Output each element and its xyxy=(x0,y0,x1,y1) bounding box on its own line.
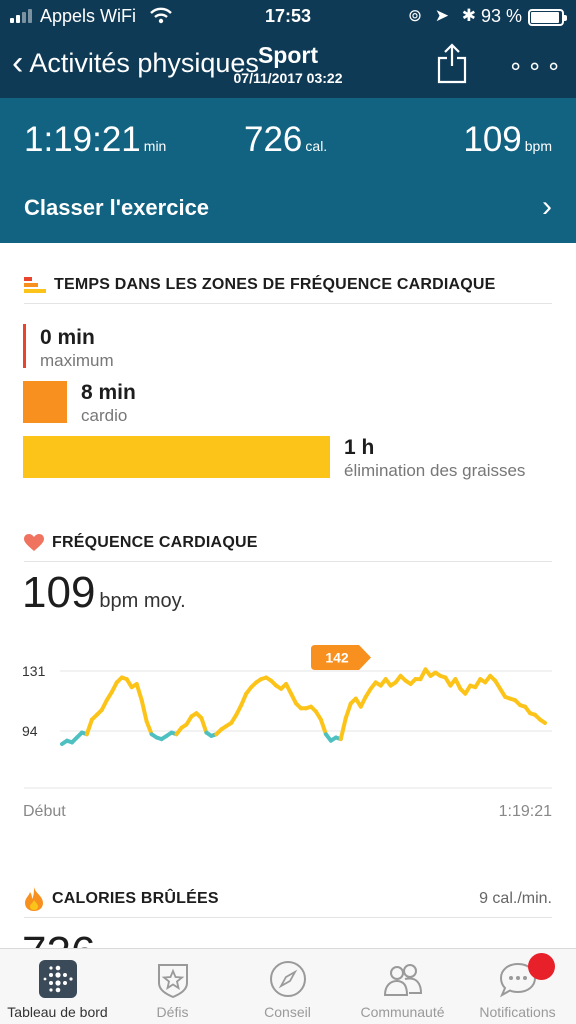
battery-percent: 93 % xyxy=(480,6,522,26)
heart-rate-segment xyxy=(343,701,353,720)
calories-total: 726 xyxy=(22,928,95,948)
tab-challenges-label: Défis xyxy=(156,1004,189,1020)
zone-bar-maximum xyxy=(23,324,26,368)
y-tick-low: 94 xyxy=(22,723,38,739)
duration-unit: min xyxy=(143,138,167,154)
heart-title: FRÉQUENCE CARDIAQUE xyxy=(52,533,258,551)
heart-rate-segment xyxy=(84,717,94,737)
tab-dashboard[interactable]: Tableau de bord xyxy=(0,949,115,1024)
y-tick-high: 131 xyxy=(22,663,46,679)
flame-icon xyxy=(25,886,43,911)
calories-value: 726 xyxy=(244,120,303,159)
bpm-unit: bpm xyxy=(524,138,552,154)
heart-avg-value: 109 xyxy=(22,568,96,617)
peak-tag: 142 xyxy=(311,645,371,670)
tab-notifications-label: Notifications xyxy=(479,1004,556,1020)
tab-bar: Tableau de bord Défis Conseil Communauté… xyxy=(0,948,576,1024)
chart-start-label: Début xyxy=(23,803,66,820)
tab-community-label: Communauté xyxy=(360,1004,445,1020)
heart-rate-segment xyxy=(338,716,348,742)
calories-section-header: CALORIES BRÛLÉES 9 cal./min. xyxy=(24,880,552,918)
chevron-right-icon[interactable]: › xyxy=(542,190,552,224)
zone-bar-fat-burn xyxy=(23,436,330,478)
battery-icon xyxy=(528,9,567,26)
page-subtitle: 07/11/2017 03:22 xyxy=(233,70,343,86)
heart-rate-average: 109 bpm moy. xyxy=(22,568,186,618)
tab-challenges[interactable]: Défis xyxy=(115,949,230,1024)
status-icons: ⊚ ➤ ✱ xyxy=(407,6,480,25)
heart-rate-segment xyxy=(134,682,144,703)
bpm-value: 109 xyxy=(463,120,522,159)
chart-end-label: 1:19:21 xyxy=(498,803,552,820)
zone-fat-burn: 1 h élimination des graisses xyxy=(344,436,525,481)
tab-guidance[interactable]: Conseil xyxy=(230,949,345,1024)
heart-rate-chart xyxy=(24,667,552,789)
heart-rate-segment xyxy=(538,717,547,725)
zones-bars-icon xyxy=(24,276,46,293)
duration-value: 1:19:21 xyxy=(24,120,141,159)
nav-title: Sport 07/11/2017 03:22 xyxy=(0,42,576,86)
calories-title: CALORIES BRÛLÉES xyxy=(52,889,219,907)
heart-rate-segment xyxy=(144,719,154,737)
tab-notifications[interactable]: Notifications xyxy=(460,949,575,1024)
zones-title: TEMPS DANS LES ZONES DE FRÉQUENCE CARDIA… xyxy=(54,275,496,293)
duration-stat: 1:19:21 min xyxy=(24,120,166,160)
zone-maximum-value: 0 min xyxy=(40,326,95,349)
heart-rate-segment xyxy=(318,717,328,737)
zone-cardio-name: cardio xyxy=(81,406,128,425)
calories-unit: cal. xyxy=(305,138,328,154)
peak-value: 142 xyxy=(325,650,349,666)
tab-guidance-label: Conseil xyxy=(264,1004,311,1020)
zone-fat-burn-name: élimination des graisses xyxy=(344,461,526,480)
star-shield-icon xyxy=(158,964,188,999)
page-title: Sport xyxy=(257,42,319,68)
zone-bar-cardio xyxy=(23,381,67,423)
zone-maximum: 0 min maximum xyxy=(40,326,114,371)
zone-cardio: 8 min cardio xyxy=(81,381,136,426)
heart-avg-unit: bpm moy. xyxy=(99,590,186,612)
top-header: Appels WiFi 17:53 ⊚ ➤ ✱ 93 % ‹ Activités… xyxy=(0,0,576,98)
compass-icon xyxy=(270,961,306,997)
heart-rate-segment xyxy=(199,716,209,735)
more-options-icon[interactable]: ∘∘∘ xyxy=(508,52,565,81)
share-button[interactable] xyxy=(436,42,468,84)
calories-stat: 726 cal. xyxy=(244,120,327,160)
tab-community[interactable]: Communauté xyxy=(345,949,460,1024)
status-bar: Appels WiFi 17:53 ⊚ ➤ ✱ 93 % xyxy=(0,0,576,34)
bpm-stat: 109 bpm xyxy=(463,120,552,160)
dashboard-grid-icon xyxy=(39,960,77,998)
summary-band: 1:19:21 min 726 cal. 109 bpm Classer l'exer… xyxy=(0,98,576,243)
people-icon xyxy=(383,964,423,996)
zone-fat-burn-value: 1 h xyxy=(344,436,375,459)
heart-section-header: FRÉQUENCE CARDIAQUE xyxy=(24,524,552,562)
share-icon xyxy=(437,43,467,84)
heart-icon xyxy=(24,533,44,551)
zones-section-header: TEMPS DANS LES ZONES DE FRÉQUENCE CARDIA… xyxy=(24,266,552,304)
zone-cardio-value: 8 min xyxy=(81,381,136,404)
classify-exercise-button[interactable]: Classer l'exercice xyxy=(24,195,209,221)
zone-maximum-name: maximum xyxy=(40,351,114,370)
tab-dashboard-label: Tableau de bord xyxy=(7,1004,108,1020)
heart-rate-series xyxy=(60,667,547,746)
calories-rate: 9 cal./min. xyxy=(479,889,552,907)
notification-badge xyxy=(528,953,555,980)
heart-rate-segment xyxy=(139,698,149,724)
